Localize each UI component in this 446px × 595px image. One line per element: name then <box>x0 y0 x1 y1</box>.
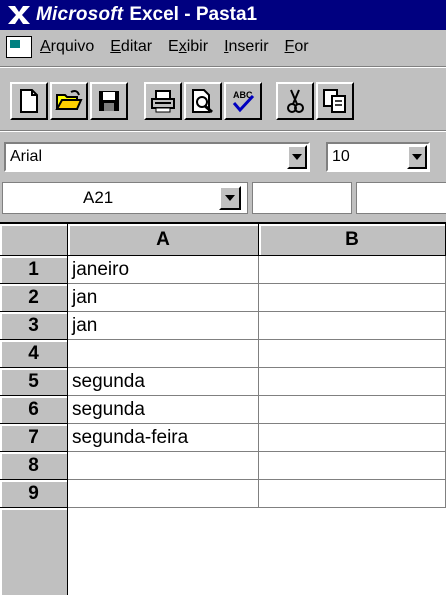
name-box[interactable]: A21 <box>2 182 248 214</box>
name-box-dropdown-button[interactable] <box>219 186 241 210</box>
font-name-combo[interactable]: Arial <box>4 142 310 172</box>
chevron-down-icon <box>292 154 302 160</box>
copy-icon <box>322 88 348 114</box>
cell-b4[interactable] <box>259 340 446 368</box>
excel-logo-icon <box>6 4 32 26</box>
new-button[interactable] <box>10 82 48 120</box>
row-header[interactable]: 2 <box>0 284 68 312</box>
row-header[interactable]: 6 <box>0 396 68 424</box>
column-header-b[interactable]: B <box>259 224 446 256</box>
select-all-button[interactable] <box>0 224 68 256</box>
new-icon <box>18 88 40 114</box>
cell-b7[interactable] <box>259 424 446 452</box>
document-icon[interactable] <box>6 36 32 58</box>
cell-a6[interactable]: segunda <box>68 396 259 424</box>
save-disk-icon <box>97 89 121 113</box>
printer-icon <box>149 89 177 113</box>
chevron-down-icon <box>225 195 235 201</box>
open-folder-icon <box>55 89 83 113</box>
row-header[interactable]: 9 <box>0 480 68 508</box>
font-name-value: Arial <box>10 148 43 165</box>
copy-button[interactable] <box>316 82 354 120</box>
chevron-down-icon <box>412 154 422 160</box>
window-title: Excel - Pasta1 <box>129 4 258 25</box>
row-header[interactable]: 3 <box>0 312 68 340</box>
formula-input[interactable] <box>356 182 446 214</box>
font-size-combo[interactable]: 10 <box>326 142 430 172</box>
name-box-value: A21 <box>83 188 114 207</box>
menu-editar[interactable]: Editar <box>110 38 152 56</box>
cell-a4[interactable] <box>68 340 259 368</box>
print-preview-button[interactable] <box>184 82 222 120</box>
menu-inserir[interactable]: Inserir <box>224 38 268 56</box>
print-preview-icon <box>190 88 216 114</box>
cell-a2[interactable]: jan <box>68 284 259 312</box>
menu-exibir[interactable]: Exibir <box>168 38 208 56</box>
row-header[interactable]: 4 <box>0 340 68 368</box>
cell-b8[interactable] <box>259 452 446 480</box>
cell-b1[interactable] <box>259 256 446 284</box>
spelling-button[interactable]: ABC <box>224 82 262 120</box>
cell-a5[interactable]: segunda <box>68 368 259 396</box>
cell-a9[interactable] <box>68 480 259 508</box>
cell-a1[interactable]: janeiro <box>68 256 259 284</box>
font-size-value: 10 <box>332 148 350 165</box>
cell-a3[interactable]: jan <box>68 312 259 340</box>
row-header-filler <box>0 508 68 595</box>
menu-arquivo[interactable]: Arquivo <box>40 38 94 56</box>
menu-formatar[interactable]: For <box>285 38 309 56</box>
column-header-a[interactable]: A <box>68 224 259 256</box>
row-header[interactable]: 5 <box>0 368 68 396</box>
cell-a8[interactable] <box>68 452 259 480</box>
scissors-icon <box>283 88 307 114</box>
font-size-dropdown-button[interactable] <box>407 145 427 169</box>
cell-b2[interactable] <box>259 284 446 312</box>
formatting-toolbar: Arial 10 <box>0 136 446 176</box>
row-header[interactable]: 8 <box>0 452 68 480</box>
save-button[interactable] <box>90 82 128 120</box>
cell-b5[interactable] <box>259 368 446 396</box>
cell-b3[interactable] <box>259 312 446 340</box>
row-header[interactable]: 7 <box>0 424 68 452</box>
app-brand: Microsoft <box>36 4 124 25</box>
title-bar[interactable]: Microsoft Excel - Pasta1 <box>0 0 446 30</box>
formula-bar-buttons-area <box>252 182 352 214</box>
worksheet-grid[interactable]: A B 1 janeiro 2 jan 3 jan 4 5 segunda 6 … <box>0 222 446 595</box>
font-dropdown-button[interactable] <box>287 145 307 169</box>
separator <box>0 67 446 68</box>
standard-toolbar: ABC <box>0 72 446 128</box>
separator <box>0 131 446 132</box>
cell-b6[interactable] <box>259 396 446 424</box>
formula-bar: A21 <box>0 180 446 218</box>
menu-bar: Arquivo Editar Exibir Inserir For <box>0 30 446 64</box>
cell-a7[interactable]: segunda-feira <box>68 424 259 452</box>
cut-button[interactable] <box>276 82 314 120</box>
print-button[interactable] <box>144 82 182 120</box>
open-button[interactable] <box>50 82 88 120</box>
spelling-check-icon: ABC <box>229 88 257 114</box>
row-header[interactable]: 1 <box>0 256 68 284</box>
cell-b9[interactable] <box>259 480 446 508</box>
